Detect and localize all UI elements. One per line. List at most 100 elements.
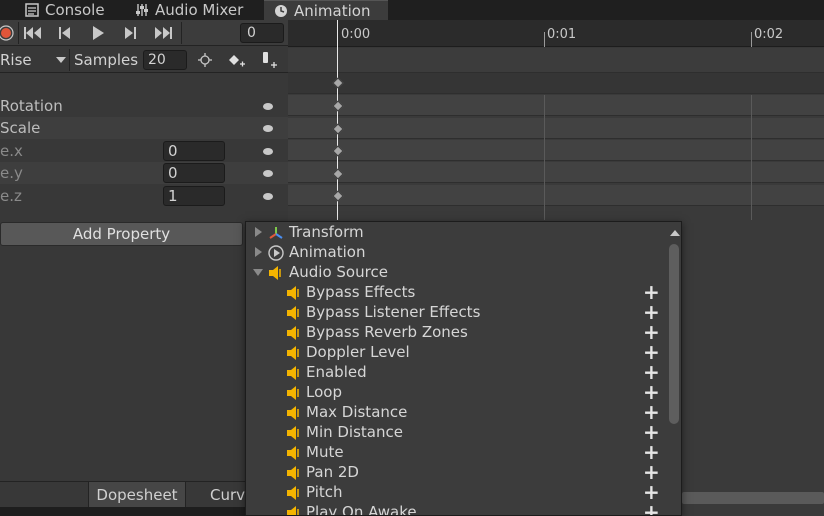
category-label: Transform (289, 223, 364, 241)
animation-icon (268, 245, 284, 261)
add-plus-button[interactable]: + (643, 482, 660, 502)
property-row-scale-z[interactable]: e.z 1 (0, 185, 288, 207)
add-plus-button[interactable]: + (643, 342, 660, 362)
add-plus-button[interactable]: + (643, 402, 660, 422)
category-transform[interactable]: Transform (246, 222, 664, 242)
keyframe-dot-icon[interactable] (263, 170, 273, 177)
crosshair-icon (198, 53, 212, 67)
property-row-scale[interactable]: Scale (0, 117, 288, 139)
property-item-label: Bypass Listener Effects (306, 303, 481, 321)
console-icon (25, 3, 39, 17)
property-item[interactable]: Bypass Effects + (246, 282, 664, 302)
expand-down-icon[interactable] (253, 269, 263, 276)
property-item-label: Play On Awake (306, 503, 417, 516)
property-item[interactable]: Pan 2D + (246, 462, 664, 482)
add-plus-button[interactable]: + (643, 322, 660, 342)
tab-console[interactable]: Console (25, 0, 133, 20)
add-plus-button[interactable]: + (643, 462, 660, 482)
property-item[interactable]: Loop + (246, 382, 664, 402)
animation-clock-icon (275, 4, 287, 17)
add-property-button[interactable]: Add Property (0, 222, 243, 246)
add-plus-button[interactable]: + (643, 282, 660, 302)
keyframe-dot-icon[interactable] (263, 125, 273, 132)
window-tab-bar: Console Audio Mixer Animation (0, 0, 824, 20)
popup-scrollbar[interactable] (666, 222, 681, 515)
property-item[interactable]: Min Distance + (246, 422, 664, 442)
property-item[interactable]: Pitch + (246, 482, 664, 502)
property-item-label: Pitch (306, 483, 343, 501)
add-plus-button[interactable]: + (643, 382, 660, 402)
transform-icon (268, 225, 284, 239)
expand-right-icon[interactable] (255, 227, 262, 237)
property-item[interactable]: Bypass Listener Effects + (246, 302, 664, 322)
speaker-icon (286, 405, 302, 420)
property-row-scale-y[interactable]: e.y 0 (0, 162, 288, 184)
speaker-icon (286, 365, 302, 380)
property-row-scale-x[interactable]: e.x 0 (0, 140, 288, 162)
add-plus-button[interactable]: + (643, 422, 660, 442)
keyframe-dot-icon[interactable] (263, 103, 273, 110)
speaker-icon (286, 505, 302, 515)
first-key-button[interactable] (21, 23, 45, 43)
property-item[interactable]: Play On Awake + (246, 502, 664, 516)
tab-curves[interactable]: Curv (210, 482, 246, 508)
add-plus-button[interactable]: + (643, 442, 660, 462)
ruler-tick (544, 32, 545, 47)
property-value-field[interactable]: 1 (163, 186, 225, 206)
horizontal-scrollbar[interactable] (682, 492, 824, 504)
property-label: e.y (0, 164, 23, 182)
category-animation[interactable]: Animation (246, 242, 664, 262)
clip-name: Rise (0, 51, 32, 69)
expand-right-icon[interactable] (255, 247, 262, 257)
toolbar-divider (181, 22, 182, 44)
property-label: Scale (0, 119, 41, 137)
snap-button[interactable] (193, 50, 217, 70)
samples-field[interactable]: 20 (143, 50, 187, 70)
property-item[interactable]: Max Distance + (246, 402, 664, 422)
scroll-up-icon[interactable] (670, 230, 680, 236)
tab-animation[interactable]: Animation (264, 0, 388, 20)
speaker-icon (286, 465, 302, 480)
add-keyframe-button[interactable] (225, 50, 249, 70)
timeline-ruler[interactable]: 0:00 0:01 0:02 (288, 20, 824, 47)
scroll-thumb[interactable] (669, 244, 679, 424)
prev-key-button[interactable] (53, 23, 77, 43)
add-event-icon (263, 52, 277, 68)
audio-source-icon (268, 265, 284, 280)
tab-dopesheet[interactable]: Dopesheet (88, 482, 186, 508)
clip-bar: Rise Samples 20 (0, 47, 288, 73)
property-item[interactable]: Mute + (246, 442, 664, 462)
add-plus-button[interactable]: + (643, 502, 660, 515)
speaker-icon (286, 305, 302, 320)
property-item[interactable]: Enabled + (246, 362, 664, 382)
view-mode-tabs: Dopesheet Curv (0, 481, 246, 508)
timeline-track (288, 95, 824, 116)
add-keyframe-icon (229, 55, 245, 67)
add-event-button[interactable] (257, 50, 281, 70)
ruler-tick-label: 0:01 (547, 27, 577, 42)
property-item-label: Bypass Reverb Zones (306, 323, 468, 341)
play-button[interactable] (86, 23, 110, 43)
property-item-label: Min Distance (306, 423, 403, 441)
status-bar (0, 507, 246, 516)
tab-audio-mixer[interactable]: Audio Mixer (135, 0, 260, 20)
property-value-field[interactable]: 0 (163, 163, 225, 183)
next-key-button[interactable] (118, 23, 142, 43)
property-row-rotation[interactable]: Rotation (0, 95, 288, 117)
add-plus-button[interactable]: + (643, 362, 660, 382)
keyframe-dot-icon[interactable] (263, 148, 273, 155)
keyframe-dot-icon[interactable] (263, 193, 273, 200)
record-button[interactable] (0, 23, 18, 43)
property-item[interactable]: Doppler Level + (246, 342, 664, 362)
property-value-field[interactable]: 0 (163, 141, 225, 161)
add-plus-button[interactable]: + (643, 302, 660, 322)
speaker-icon (286, 445, 302, 460)
frame-field[interactable]: 0 (240, 23, 284, 43)
property-item-label: Max Distance (306, 403, 408, 421)
category-label: Animation (289, 243, 366, 261)
last-key-button[interactable] (151, 23, 175, 43)
prev-key-icon (59, 27, 70, 39)
property-item[interactable]: Bypass Reverb Zones + (246, 322, 664, 342)
category-audio-source[interactable]: Audio Source (246, 262, 664, 282)
property-label: e.x (0, 142, 23, 160)
